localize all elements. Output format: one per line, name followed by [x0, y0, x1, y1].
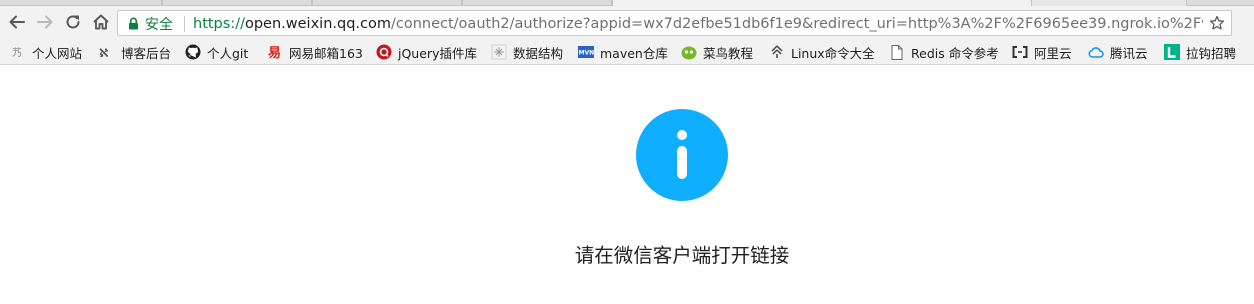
address-bar[interactable]: 安全 https://open.weixin.qq.com/connect/oa… [117, 10, 1232, 36]
github-icon [185, 44, 201, 60]
bookmark-aliyun[interactable]: 阿里云 [1012, 42, 1072, 62]
page-icon [889, 44, 905, 60]
bookmark-label: maven仓库 [600, 45, 668, 61]
aliyun-icon [1012, 44, 1028, 60]
jquery-icon [376, 44, 392, 60]
lagou-icon [1164, 44, 1180, 60]
back-button[interactable] [5, 10, 29, 34]
svg-text:ℵ: ℵ [99, 46, 109, 59]
tencentcloud-icon [1088, 44, 1104, 60]
bookmark-label: 菜鸟教程 [703, 45, 754, 61]
bookmark-data-structures[interactable]: 数据结构 [491, 42, 563, 62]
omnibox-divider [184, 16, 185, 32]
bookmark-runoob[interactable]: 菜鸟教程 [681, 42, 753, 62]
info-icon-dot [677, 130, 687, 140]
bookmark-lagou-jobs[interactable]: 拉钩招聘 [1164, 42, 1236, 62]
security-label[interactable]: 安全 [145, 14, 173, 34]
bookmark-tencent-cloud[interactable]: 腾讯云 [1088, 42, 1148, 62]
svg-text:易: 易 [268, 46, 281, 60]
url-path: /connect/oauth2/authorize?appid=wx7d2efb… [390, 16, 1203, 32]
bookmark-personal-site[interactable]: 艿 个人网站 [10, 42, 82, 62]
bookmark-label: 拉钩招聘 [1186, 45, 1237, 61]
page-content: 请在微信客户端打开链接 [0, 66, 1254, 304]
lock-icon[interactable] [128, 17, 139, 30]
netease-icon: 易 [267, 44, 283, 60]
bookmark-netease-mail[interactable]: 易 网易邮箱163 [267, 42, 363, 62]
datastructure-icon [491, 44, 507, 60]
bookmark-personal-git[interactable]: 个人git [185, 42, 248, 62]
reload-icon [66, 15, 80, 29]
bookmark-label: 个人git [207, 45, 249, 61]
blog-icon: ℵ [99, 44, 115, 60]
info-icon [636, 109, 728, 201]
bookmark-label: 腾讯云 [1110, 45, 1148, 61]
browser-toolbar: 安全 https://open.weixin.qq.com/connect/oa… [0, 6, 1254, 39]
bookmark-label: Linux命令大全 [791, 45, 875, 61]
svg-text:MVN: MVN [579, 50, 595, 57]
open-in-wechat-message: 请在微信客户端打开链接 [574, 244, 790, 267]
bookmarks-bar: 艿 个人网站 ℵ 博客后台 个人git 易 网易邮箱163 jQuery插件库 … [0, 39, 1254, 65]
bookmark-label: 阿里云 [1034, 45, 1072, 61]
bookmark-maven-repo[interactable]: MVN maven仓库 [578, 42, 668, 62]
url-text[interactable]: https://open.weixin.qq.com/connect/oauth… [193, 13, 1203, 35]
home-icon [93, 14, 109, 30]
bookmark-star-icon[interactable] [1209, 15, 1225, 31]
bookmark-label: 数据结构 [513, 45, 564, 61]
linux-icon [769, 44, 785, 60]
bookmark-blog-admin[interactable]: ℵ 博客后台 [99, 42, 171, 62]
bookmark-label: 个人网站 [32, 45, 83, 61]
bookmark-label: 网易邮箱163 [289, 45, 363, 61]
runoob-icon [681, 44, 697, 60]
url-scheme: https:// [193, 16, 245, 32]
reload-button[interactable] [61, 10, 85, 34]
back-arrow-icon [9, 15, 25, 29]
svg-text:艿: 艿 [12, 46, 22, 59]
site-icon: 艿 [10, 44, 26, 60]
bookmark-label: 博客后台 [121, 45, 172, 61]
home-button[interactable] [89, 10, 113, 34]
bookmark-label: jQuery插件库 [398, 45, 477, 61]
bookmark-linux-commands[interactable]: Linux命令大全 [769, 42, 875, 62]
bookmark-redis-reference[interactable]: Redis 命令参考 [889, 42, 999, 62]
maven-icon: MVN [578, 44, 594, 60]
forward-arrow-icon [37, 15, 53, 29]
bookmark-label: Redis 命令参考 [911, 45, 999, 61]
url-host: open.weixin.qq.com [244, 16, 391, 32]
info-icon-bar [677, 146, 687, 179]
bookmark-jquery-plugins[interactable]: jQuery插件库 [376, 42, 477, 62]
forward-button[interactable] [33, 10, 57, 34]
